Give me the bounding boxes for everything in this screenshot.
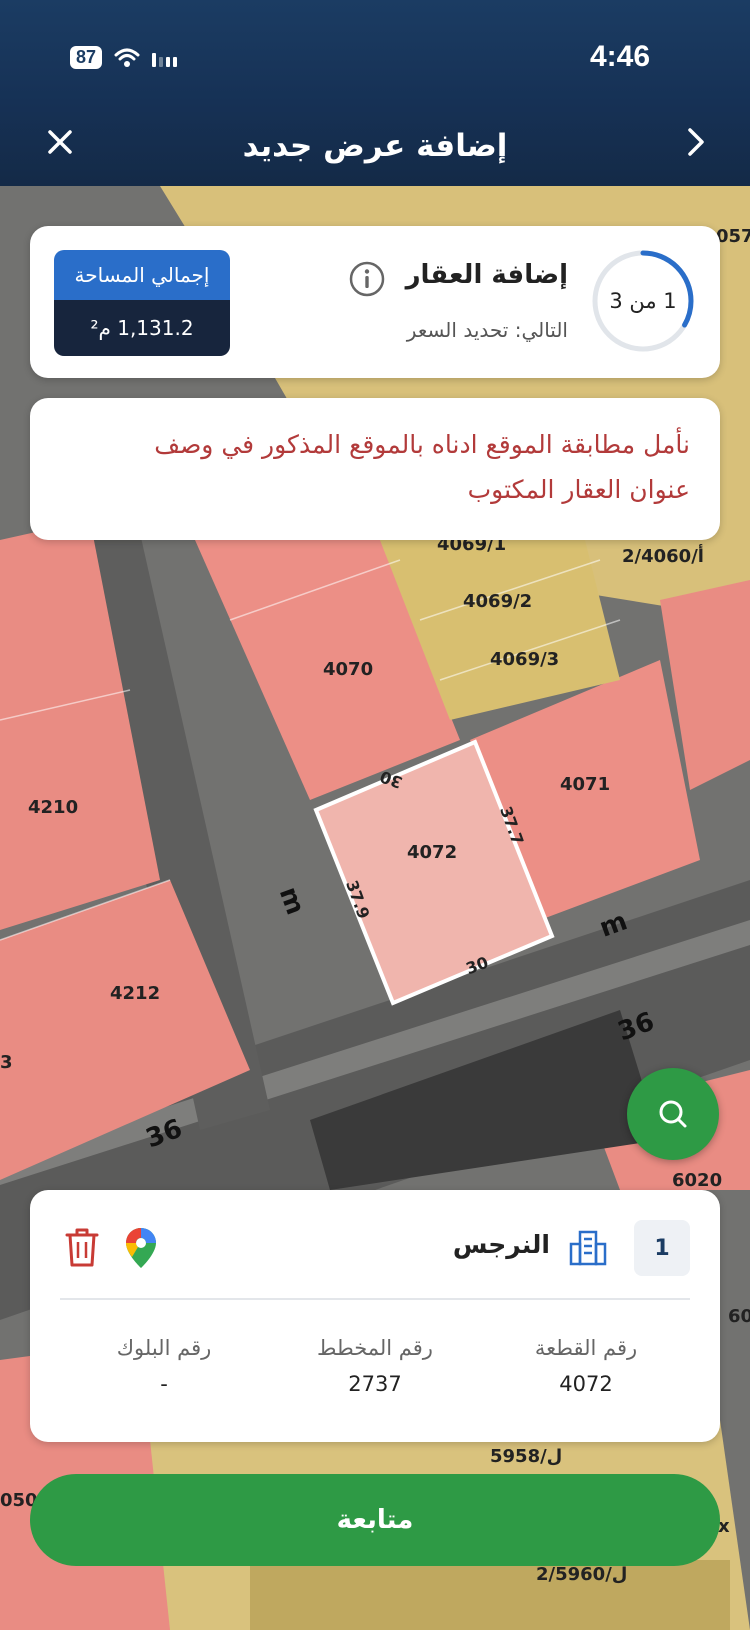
field-label: رقم القطعة bbox=[534, 1336, 638, 1360]
step-card: 1 من 3 إضافة العقار التالي: تحديد السعر … bbox=[30, 226, 720, 378]
app-header: 87 4:46 إضافة عرض جديد bbox=[0, 0, 750, 186]
parcel-card: 1 النرجس رقم القطعة 4072 رقم المخطط 2737… bbox=[30, 1190, 720, 1442]
total-area-value: 1,131.2 م² bbox=[54, 300, 230, 356]
location-note-card: نأمل مطابقة الموقع ادناه بالموقع المذكور… bbox=[30, 398, 720, 540]
location-note-line-2: عنوان العقار المكتوب bbox=[467, 475, 690, 504]
status-time: 4:46 bbox=[589, 40, 650, 73]
total-area-label: إجمالي المساحة bbox=[54, 250, 230, 300]
plan-number-field: رقم المخطط 2737 bbox=[275, 1336, 475, 1396]
map-label: 60 bbox=[728, 1306, 750, 1327]
map-label: 3 bbox=[0, 1052, 13, 1073]
map-label: 4210 bbox=[28, 797, 79, 818]
field-value: - bbox=[160, 1372, 168, 1396]
district-name: النرجس bbox=[452, 1230, 550, 1259]
map-label: 4072 bbox=[407, 842, 458, 863]
next-step-label: التالي: تحديد السعر bbox=[406, 318, 568, 342]
parcel-index: 1 bbox=[634, 1220, 690, 1276]
battery-icon: 87 bbox=[70, 46, 103, 69]
map-label: 2/ل/5960 bbox=[536, 1564, 628, 1585]
field-value: 2737 bbox=[348, 1372, 402, 1396]
block-number-field: رقم البلوك - bbox=[64, 1336, 264, 1396]
signal-icon bbox=[152, 49, 178, 67]
status-icons: 87 bbox=[70, 46, 178, 69]
chevron-right-icon[interactable] bbox=[678, 124, 714, 160]
parcel-number-field: رقم القطعة 4072 bbox=[486, 1336, 686, 1396]
map-label: ل/5958 bbox=[490, 1446, 563, 1467]
map-label: 4070 bbox=[323, 659, 374, 680]
info-icon[interactable] bbox=[348, 260, 386, 298]
wifi-icon bbox=[114, 48, 140, 67]
field-value: 4072 bbox=[559, 1372, 613, 1396]
step-title: إضافة العقار bbox=[405, 260, 568, 290]
continue-button[interactable]: متابعة bbox=[30, 1474, 720, 1566]
map-label: 2/أ/4060 bbox=[622, 546, 704, 567]
trash-icon[interactable] bbox=[64, 1226, 100, 1268]
map-label: 4069/2 bbox=[463, 591, 533, 612]
map-label: 057 bbox=[716, 226, 750, 247]
building-icon bbox=[569, 1230, 607, 1266]
map-label: 4069/3 bbox=[490, 649, 560, 670]
field-label: رقم البلوك bbox=[116, 1336, 212, 1360]
google-maps-icon[interactable] bbox=[124, 1226, 158, 1270]
step-progress: 1 من 3 bbox=[609, 289, 677, 313]
map-label: 4071 bbox=[560, 774, 611, 795]
total-area-box: إجمالي المساحة 1,131.2 م² bbox=[54, 250, 230, 356]
map-label: 6020 bbox=[672, 1170, 723, 1191]
page-title: إضافة عرض جديد bbox=[242, 128, 508, 164]
divider bbox=[60, 1298, 690, 1300]
field-label: رقم المخطط bbox=[317, 1336, 433, 1360]
map-search-button[interactable] bbox=[627, 1068, 719, 1160]
map-label: 4212 bbox=[110, 983, 161, 1004]
search-icon bbox=[659, 1100, 687, 1128]
location-note-line-1: نأمل مطابقة الموقع ادناه بالموقع المذكور… bbox=[154, 430, 690, 459]
